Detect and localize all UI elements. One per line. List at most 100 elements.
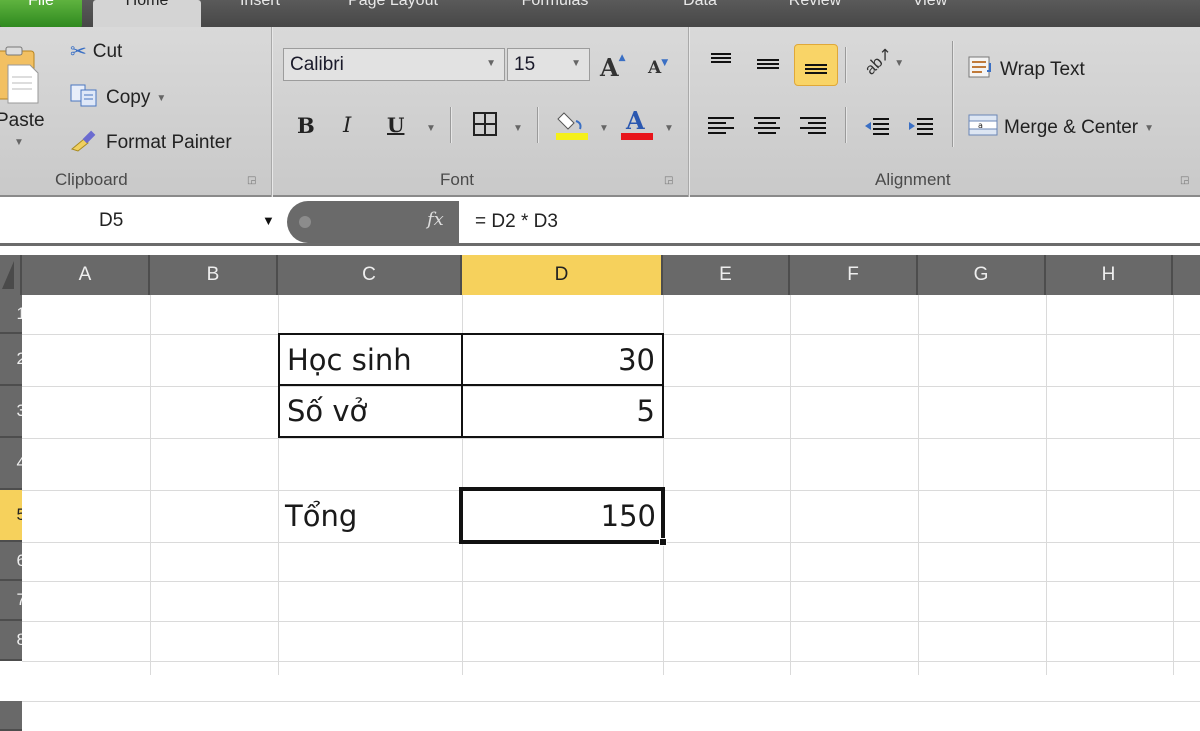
gridline [918,295,919,675]
align-top-button[interactable] [706,47,736,77]
borders-dropdown-icon[interactable]: ▼ [513,123,523,134]
fill-handle[interactable] [659,538,667,546]
text-orientation-icon: ab↗ [861,44,896,79]
separator [952,41,954,147]
tab-data[interactable]: Data [660,0,740,27]
gridline [1173,295,1174,675]
cell-D2[interactable]: 30 [461,333,664,386]
tab-home[interactable]: Home [93,0,201,27]
decrease-indent-button[interactable] [862,111,892,141]
row-header-7[interactable]: 7 [0,581,22,621]
row-header-4[interactable]: 4 [0,438,22,490]
group-divider [271,27,273,197]
fill-color-button[interactable] [556,107,588,141]
increase-arrow-icon: ▲ [618,53,626,63]
cell-C2[interactable]: Học sinh [278,333,463,386]
align-right-button[interactable] [798,111,828,141]
alignment-group-label: Alignment [875,170,951,189]
align-center-button[interactable] [752,111,782,141]
tab-page-layout[interactable]: Page Layout [318,0,468,27]
column-header-A[interactable]: A [22,255,150,295]
tab-view[interactable]: View [890,0,970,27]
wrap-text-button[interactable]: Wrap Text [968,55,1085,85]
decrease-arrow-icon: ▼ [661,58,669,68]
insert-function-button[interactable]: fx [427,209,444,230]
align-middle-button[interactable] [752,49,782,79]
column-header-E[interactable]: E [663,255,790,295]
cell-D3[interactable]: 5 [461,384,664,438]
separator [845,107,847,143]
align-bottom-button[interactable] [794,44,838,86]
tab-insert[interactable]: Insert [210,0,310,27]
formula-input[interactable]: = D2 * D3 [462,199,558,244]
row-header-5[interactable]: 5 [0,490,22,542]
column-header-C[interactable]: C [278,255,462,295]
column-header-partial[interactable] [1173,255,1200,295]
formula-bar: D5 ▼ fx = D2 * D3 [0,199,1200,246]
bold-button[interactable]: B [297,113,315,138]
name-box-dropdown-icon[interactable]: ▼ [262,213,275,228]
paste-button[interactable]: Paste ▼ [0,37,50,157]
cut-button[interactable]: ✂ Cut [70,39,122,64]
merge-center-button[interactable]: a Merge & Center ▼ [968,113,1154,143]
increase-indent-icon [909,118,933,135]
font-size-select[interactable]: 15 ▼ [507,48,590,81]
column-header-H[interactable]: H [1046,255,1173,295]
gridline [22,621,1200,622]
name-box[interactable]: D5 ▼ [0,199,285,244]
grow-font-button[interactable]: A▲ [600,53,626,82]
tab-review[interactable]: Review [765,0,865,27]
paste-label: Paste [0,110,45,131]
column-header-B[interactable]: B [150,255,278,295]
cell-C5[interactable]: Tổng [278,490,462,542]
row-header-8[interactable]: 8 [0,621,22,661]
underline-button[interactable]: U [387,113,404,137]
font-color-icon: A [621,106,653,140]
align-middle-icon [757,59,779,69]
font-launcher-icon[interactable]: ◲ [664,175,673,186]
font-color-button[interactable]: A [621,106,653,141]
borders-button[interactable] [471,110,499,138]
underline-dropdown-icon[interactable]: ▼ [426,123,436,134]
clipboard-launcher-icon[interactable]: ◲ [247,175,256,186]
row-header-3[interactable]: 3 [0,386,22,438]
alignment-launcher-icon[interactable]: ◲ [1180,175,1189,186]
fill-color-dropdown-icon[interactable]: ▼ [599,123,609,134]
font-color-dropdown-icon[interactable]: ▼ [664,123,674,134]
shrink-font-button[interactable]: A▼ [648,58,668,78]
formula-controls: fx [287,201,459,243]
group-divider [688,27,690,197]
orientation-button[interactable]: ab↗▼ [862,44,905,78]
separator [537,107,539,143]
merge-dropdown-icon[interactable]: ▼ [1144,123,1154,134]
paste-dropdown-icon[interactable]: ▼ [14,137,24,148]
row-header-2[interactable]: 2 [0,334,22,386]
cell-D5-active[interactable]: 150 [459,487,665,544]
select-all-button[interactable] [0,255,22,295]
italic-button[interactable]: I [343,113,351,137]
gridline [22,581,1200,582]
increase-indent-button[interactable] [906,111,936,141]
column-header-D[interactable]: D [462,255,663,295]
copy-dropdown-icon[interactable]: ▼ [156,93,166,104]
gridline [22,661,1200,662]
orientation-dropdown-icon: ▼ [894,58,905,69]
format-painter-button[interactable]: Format Painter [70,127,232,159]
tab-formulas[interactable]: Formulas [490,0,620,27]
font-group-label: Font [440,170,475,189]
row-header-6[interactable]: 6 [0,542,22,581]
row-header-1[interactable]: 1 [0,295,22,334]
borders-icon [473,112,497,136]
align-left-button[interactable] [706,111,736,141]
cell-C3[interactable]: Số vở [278,384,463,438]
copy-button[interactable]: Copy ▼ [70,83,166,113]
separator [450,107,452,143]
merge-center-icon: a [968,113,998,143]
tab-file[interactable]: File [0,0,82,27]
font-name-select[interactable]: Calibri ▼ [283,48,505,81]
ribbon: Paste ▼ ✂ Cut Copy ▼ Format Painter Clip… [0,27,1200,197]
column-header-G[interactable]: G [918,255,1046,295]
splitter-handle-icon[interactable] [299,216,311,228]
column-header-F[interactable]: F [790,255,918,295]
row-header-partial[interactable] [0,701,22,731]
